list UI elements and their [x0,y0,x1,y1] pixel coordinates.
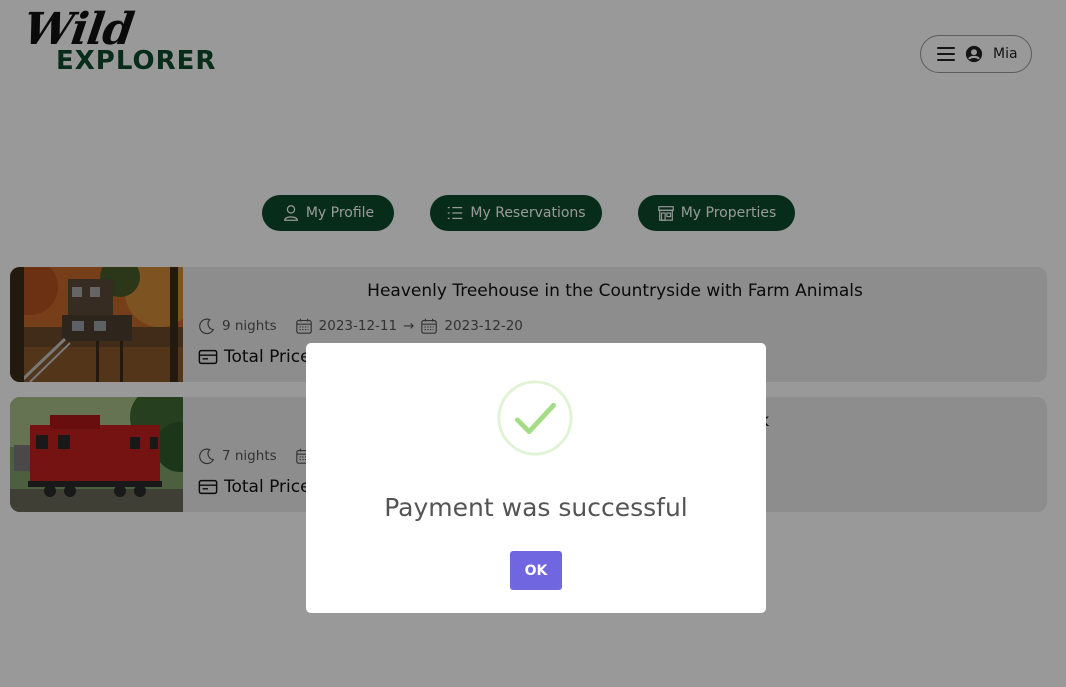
dialog-title: Payment was successful [384,493,688,522]
success-dialog: Payment was successful OK [306,343,766,613]
success-check-icon [497,380,573,456]
ok-button[interactable]: OK [510,551,562,590]
